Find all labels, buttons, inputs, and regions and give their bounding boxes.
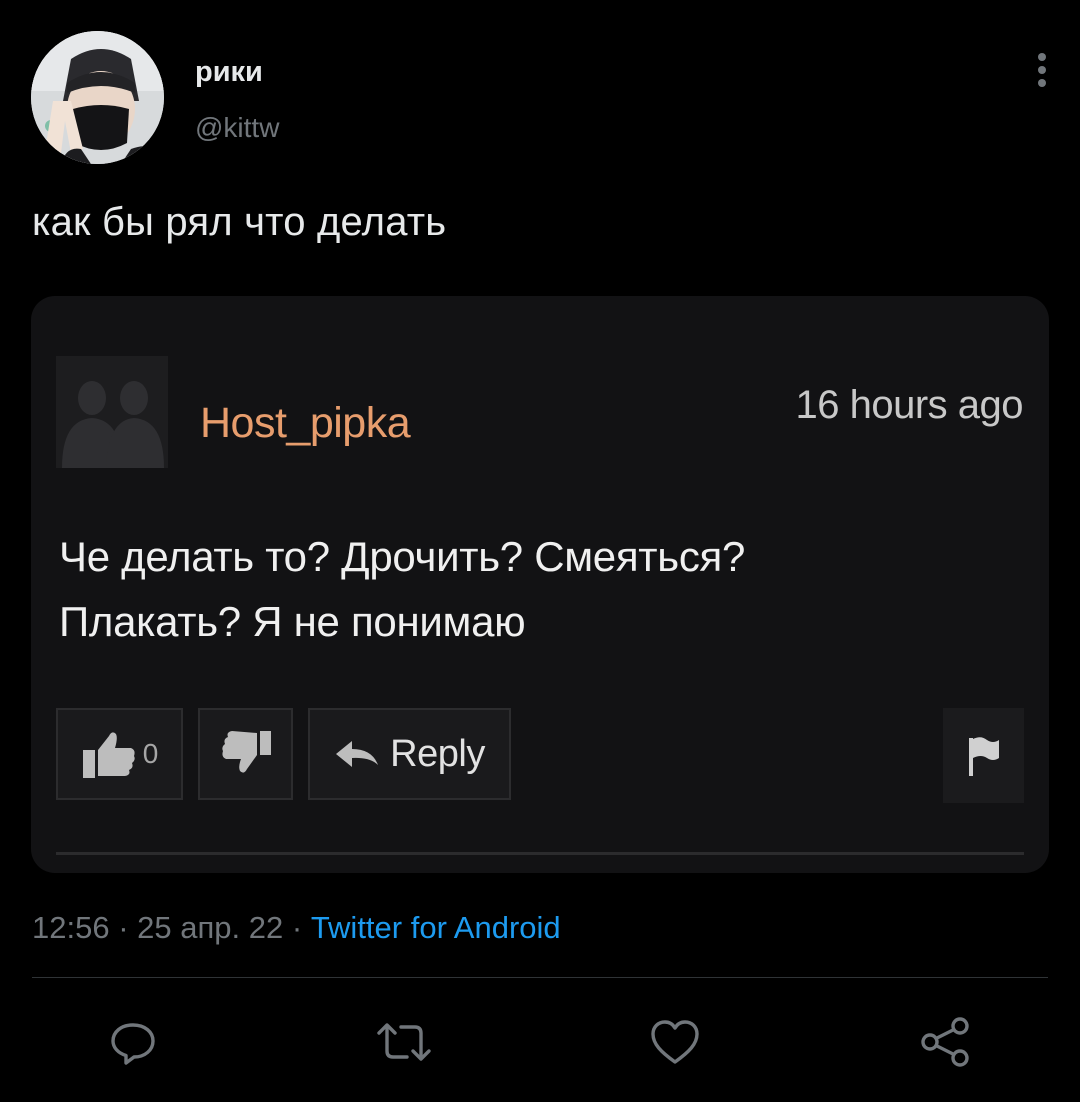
- comment-timestamp: 16 hours ago: [795, 383, 1023, 427]
- tweet-meta: 12:56 · 25 апр. 22 · Twitter for Android: [32, 910, 561, 946]
- share-icon[interactable]: [915, 1012, 975, 1072]
- author-handle[interactable]: @kittw: [195, 112, 279, 144]
- author-avatar[interactable]: [31, 31, 164, 164]
- comment-avatar-placeholder-icon: [56, 356, 168, 468]
- tweet-date: 25 апр. 22: [137, 910, 284, 945]
- comment-like-count: 0: [142, 738, 159, 769]
- comment-like-button: 0: [56, 708, 183, 800]
- retweet-icon[interactable]: [374, 1012, 434, 1072]
- actions-divider: [32, 977, 1048, 978]
- like-icon[interactable]: [645, 1012, 705, 1072]
- tweet-time: 12:56: [32, 910, 110, 945]
- more-options-icon[interactable]: [1026, 48, 1058, 92]
- author-avatar-photo: [31, 31, 164, 164]
- meta-separator: ·: [291, 910, 303, 945]
- comment-dislike-button: [198, 708, 293, 800]
- flag-icon: [943, 708, 1024, 803]
- author-display-name[interactable]: рики: [195, 56, 263, 89]
- embedded-comment-image[interactable]: Host_pipka 16 hours ago Че делать то? Др…: [31, 296, 1049, 873]
- reply-icon[interactable]: [103, 1012, 163, 1072]
- reply-arrow-icon: [336, 741, 379, 767]
- tweet-source-link[interactable]: Twitter for Android: [311, 910, 561, 945]
- comment-text: Че делать то? Дрочить? Смеяться? Плакать…: [59, 524, 959, 654]
- comment-text-line-1: Че делать то? Дрочить? Смеяться?: [59, 533, 746, 580]
- comment-username: Host_pipka: [200, 399, 411, 447]
- comment-text-line-2: Плакать? Я не понимаю: [59, 598, 526, 646]
- tweet-text: как бы рял что делать: [32, 200, 447, 244]
- comment-reply-button: Reply: [308, 708, 511, 800]
- thumbs-down-icon: [221, 731, 271, 773]
- comment-divider: [56, 852, 1024, 855]
- thumbs-up-icon: [82, 732, 135, 778]
- meta-separator: ·: [118, 910, 129, 945]
- comment-reply-label: Reply: [390, 732, 485, 775]
